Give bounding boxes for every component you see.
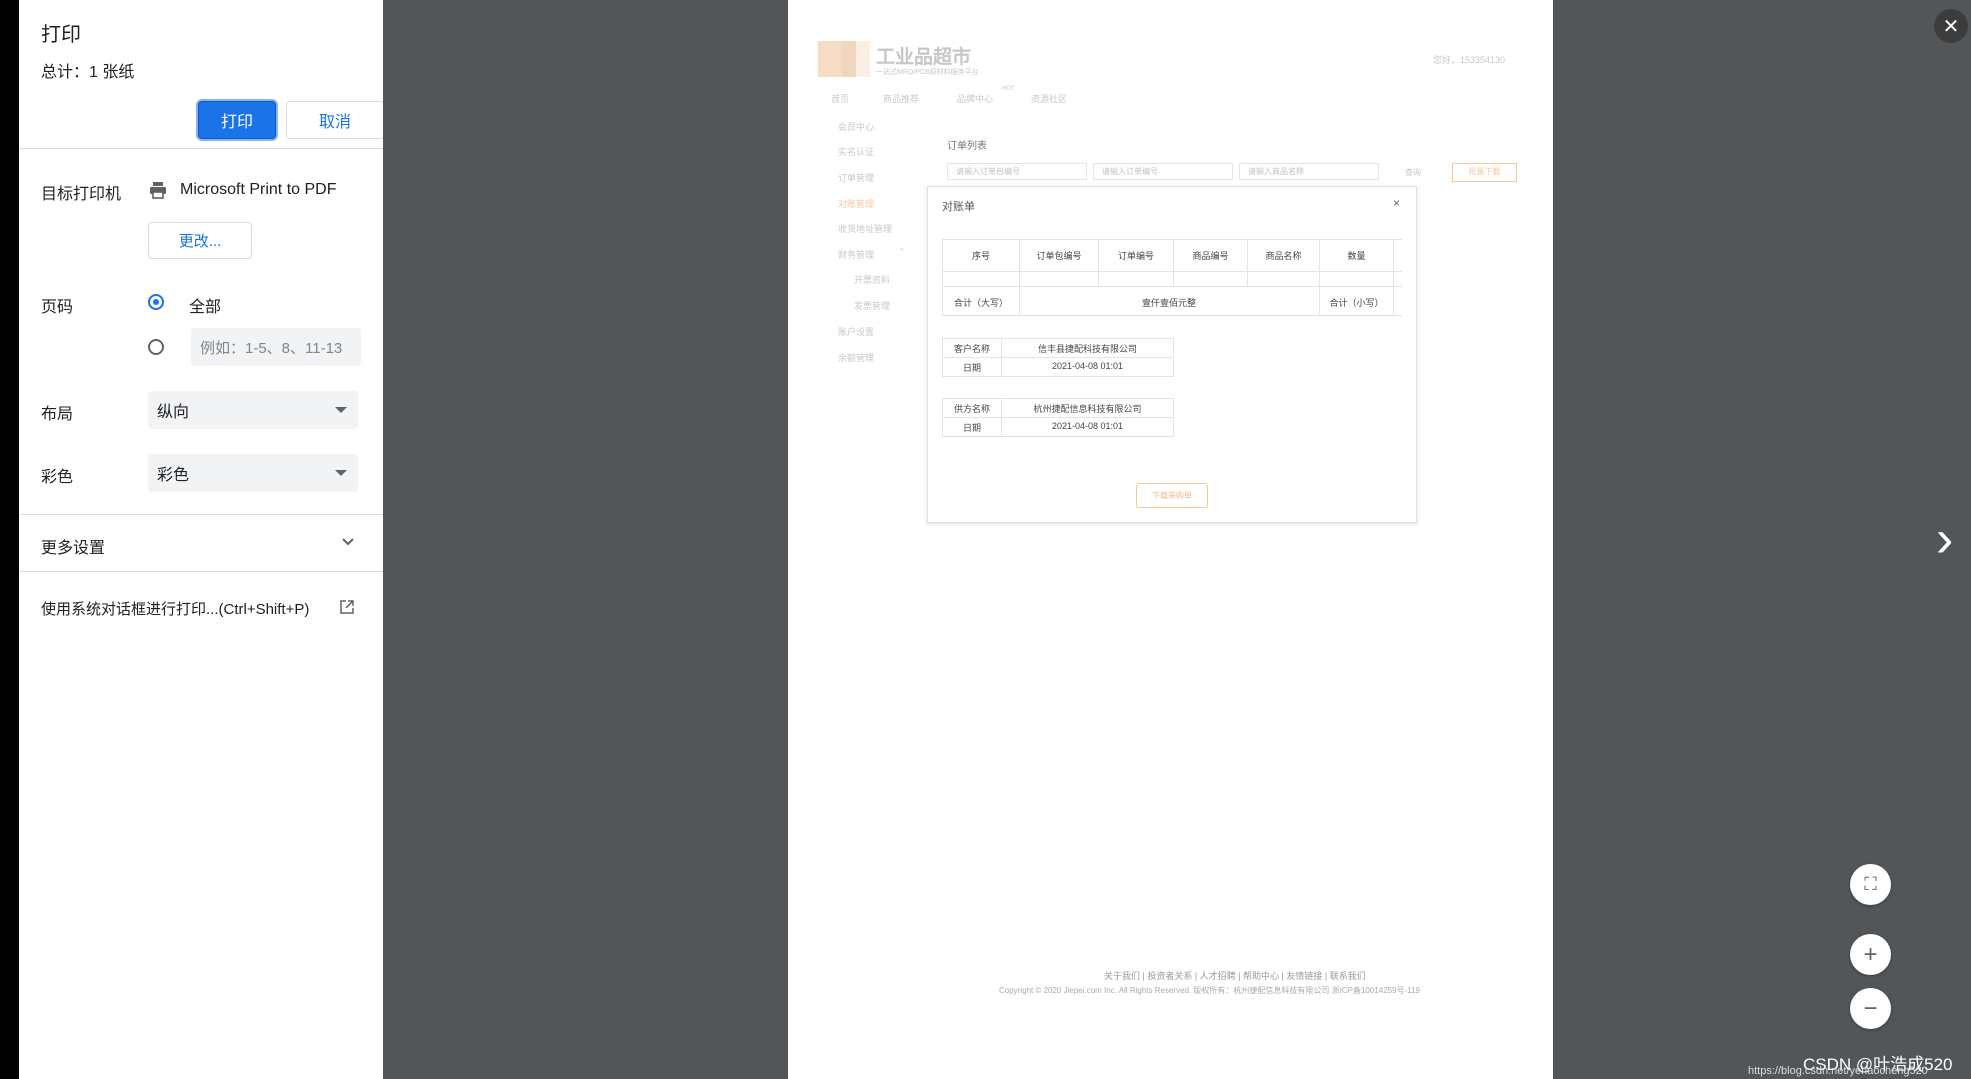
search-input: 请输入订单编号 bbox=[1093, 163, 1233, 180]
supplier-label: 供方名称 bbox=[953, 404, 990, 414]
pages-custom-input[interactable]: 例如：1-5、8、11-13 bbox=[191, 328, 361, 366]
sidebar-item: 对账管理 bbox=[838, 199, 875, 209]
order-list-title: 订单列表 bbox=[947, 141, 987, 152]
sidebar-item: 发票管理 bbox=[854, 301, 891, 311]
color-value: 彩色 bbox=[157, 467, 190, 484]
layout-label: 布局 bbox=[41, 406, 74, 423]
table-header: 商品编号 bbox=[1192, 251, 1229, 261]
nav-community: 资源社区 bbox=[1031, 94, 1068, 104]
footer-copyright: Copyright © 2020 Jiepei.com Inc. All Rig… bbox=[999, 986, 1420, 995]
table-header: 订单编号 bbox=[1117, 251, 1154, 261]
sidebar-item: 实名认证 bbox=[838, 147, 875, 157]
search-input: 请输入商品名称 bbox=[1239, 163, 1379, 180]
next-page-button[interactable]: › bbox=[1936, 513, 1953, 565]
plus-icon: + bbox=[1863, 940, 1878, 968]
logo-subtitle: 一站式MRO/PCB原材料服务平台 bbox=[876, 69, 979, 76]
close-icon: × bbox=[1393, 196, 1401, 210]
layout-value: 纵向 bbox=[157, 404, 190, 421]
divider bbox=[19, 148, 383, 149]
sidebar-item: 账户设置 bbox=[838, 327, 875, 337]
minus-icon: − bbox=[1863, 994, 1878, 1022]
nav-recommend: 商品推荐 bbox=[883, 94, 920, 104]
date-label: 日期 bbox=[962, 363, 981, 373]
footer-links: 关于我们 | 投资者关系 | 人才招聘 | 帮助中心 | 友情链接 | 联系我们 bbox=[1104, 971, 1366, 981]
search-input: 请输入订单包编号 bbox=[947, 163, 1087, 180]
total-lower-label: 合计（小写） bbox=[1329, 298, 1384, 308]
preview-page: 工业品超市 一站式MRO/PCB原材料服务平台 您好，153354130 首页 … bbox=[788, 0, 1553, 1079]
destination-value: Microsoft Print to PDF bbox=[180, 181, 337, 198]
more-settings-row[interactable]: 更多设置 bbox=[19, 515, 383, 571]
total-upper-value: 壹仟壹佰元整 bbox=[1141, 298, 1196, 308]
dialog-title: 打印 bbox=[41, 24, 81, 46]
chevron-down-icon bbox=[342, 538, 354, 546]
system-dialog-label: 使用系统对话框进行打印...(Ctrl+Shift+P) bbox=[41, 601, 310, 618]
batch-download-button: 批量下载 bbox=[1452, 163, 1517, 182]
zoom-out-button[interactable]: − bbox=[1850, 988, 1891, 1029]
chevron-up-icon: ^ bbox=[900, 247, 904, 256]
caret-down-icon bbox=[335, 470, 347, 476]
layout-select[interactable]: 纵向 bbox=[148, 391, 358, 429]
sidebar-item: 余额管理 bbox=[838, 353, 875, 363]
pages-label: 页码 bbox=[41, 299, 74, 316]
close-viewer-button[interactable]: ✕ bbox=[1934, 9, 1968, 43]
fullscreen-icon: ⛶ bbox=[1864, 874, 1877, 894]
change-printer-button[interactable]: 更改... bbox=[148, 222, 252, 259]
greeting: 您好，153354130 bbox=[1433, 55, 1506, 65]
print-dialog: 打印 总计：1 张纸 打印 取消 目标打印机 Microsoft Print t… bbox=[19, 0, 384, 1079]
sidebar-item: 会员中心 bbox=[838, 122, 875, 132]
total-upper-label: 合计（大写） bbox=[953, 298, 1008, 308]
pages-all-label: 全部 bbox=[189, 299, 222, 316]
more-settings-label: 更多设置 bbox=[41, 540, 106, 557]
date-label: 日期 bbox=[962, 423, 981, 433]
blog-url-watermark: https://blog.csdn.net/yehaocheng520 bbox=[1748, 1065, 1928, 1077]
open-external-icon bbox=[340, 600, 354, 614]
logo-mark bbox=[842, 41, 856, 77]
download-order-button: 下载采购单 bbox=[1136, 483, 1208, 508]
logo-text: 工业品超市 bbox=[876, 47, 972, 68]
sidebar-item: 财务管理 bbox=[838, 250, 875, 260]
nav-home: 首页 bbox=[831, 94, 850, 104]
print-button[interactable]: 打印 bbox=[198, 101, 276, 139]
printer-icon bbox=[150, 182, 166, 199]
table-header: 商品名称 bbox=[1265, 251, 1302, 261]
table-header: 序号 bbox=[971, 251, 990, 261]
system-dialog-link[interactable]: 使用系统对话框进行打印...(Ctrl+Shift+P) bbox=[19, 590, 383, 630]
logo-mark bbox=[818, 41, 842, 77]
caret-down-icon bbox=[335, 407, 347, 413]
destination-label: 目标打印机 bbox=[41, 186, 122, 203]
modal-title: 对账单 bbox=[942, 201, 975, 213]
sidebar-item: 订单管理 bbox=[838, 173, 875, 183]
pages-all-radio[interactable] bbox=[148, 294, 164, 310]
chevron-right-icon: › bbox=[1936, 510, 1954, 568]
nav-hot-badge: HOT bbox=[1002, 86, 1015, 92]
color-select[interactable]: 彩色 bbox=[148, 454, 358, 492]
customer-label: 客户名称 bbox=[953, 344, 990, 354]
sheet-total: 总计：1 张纸 bbox=[41, 64, 135, 81]
date-value: 2021-04-08 01:01 bbox=[1051, 421, 1124, 431]
color-label: 彩色 bbox=[41, 469, 74, 486]
divider bbox=[19, 571, 383, 572]
supplier-value: 杭州捷配信息科技有限公司 bbox=[1033, 404, 1142, 414]
table-header: 数量 bbox=[1347, 251, 1366, 261]
search-button: 查询 bbox=[1405, 168, 1421, 177]
zoom-in-button[interactable]: + bbox=[1850, 934, 1891, 975]
close-icon: ✕ bbox=[1942, 15, 1960, 38]
cancel-button[interactable]: 取消 bbox=[286, 101, 384, 139]
date-value: 2021-04-08 01:01 bbox=[1051, 361, 1124, 371]
pages-custom-radio[interactable] bbox=[148, 339, 164, 355]
logo-mark bbox=[856, 41, 870, 77]
nav-brand: 品牌中心 bbox=[957, 94, 994, 104]
fit-screen-button[interactable]: ⛶ bbox=[1850, 864, 1891, 905]
reconciliation-modal: 对账单 × 序号 订单包编号 订单编号 商品编号 商品名称 数量 合计（大写） … bbox=[927, 186, 1417, 523]
sidebar-item: 开票资料 bbox=[854, 275, 891, 285]
customer-value: 信丰县捷配科技有限公司 bbox=[1037, 344, 1137, 354]
sidebar-item: 收货地址管理 bbox=[838, 224, 893, 234]
table-header: 订单包编号 bbox=[1036, 251, 1082, 261]
